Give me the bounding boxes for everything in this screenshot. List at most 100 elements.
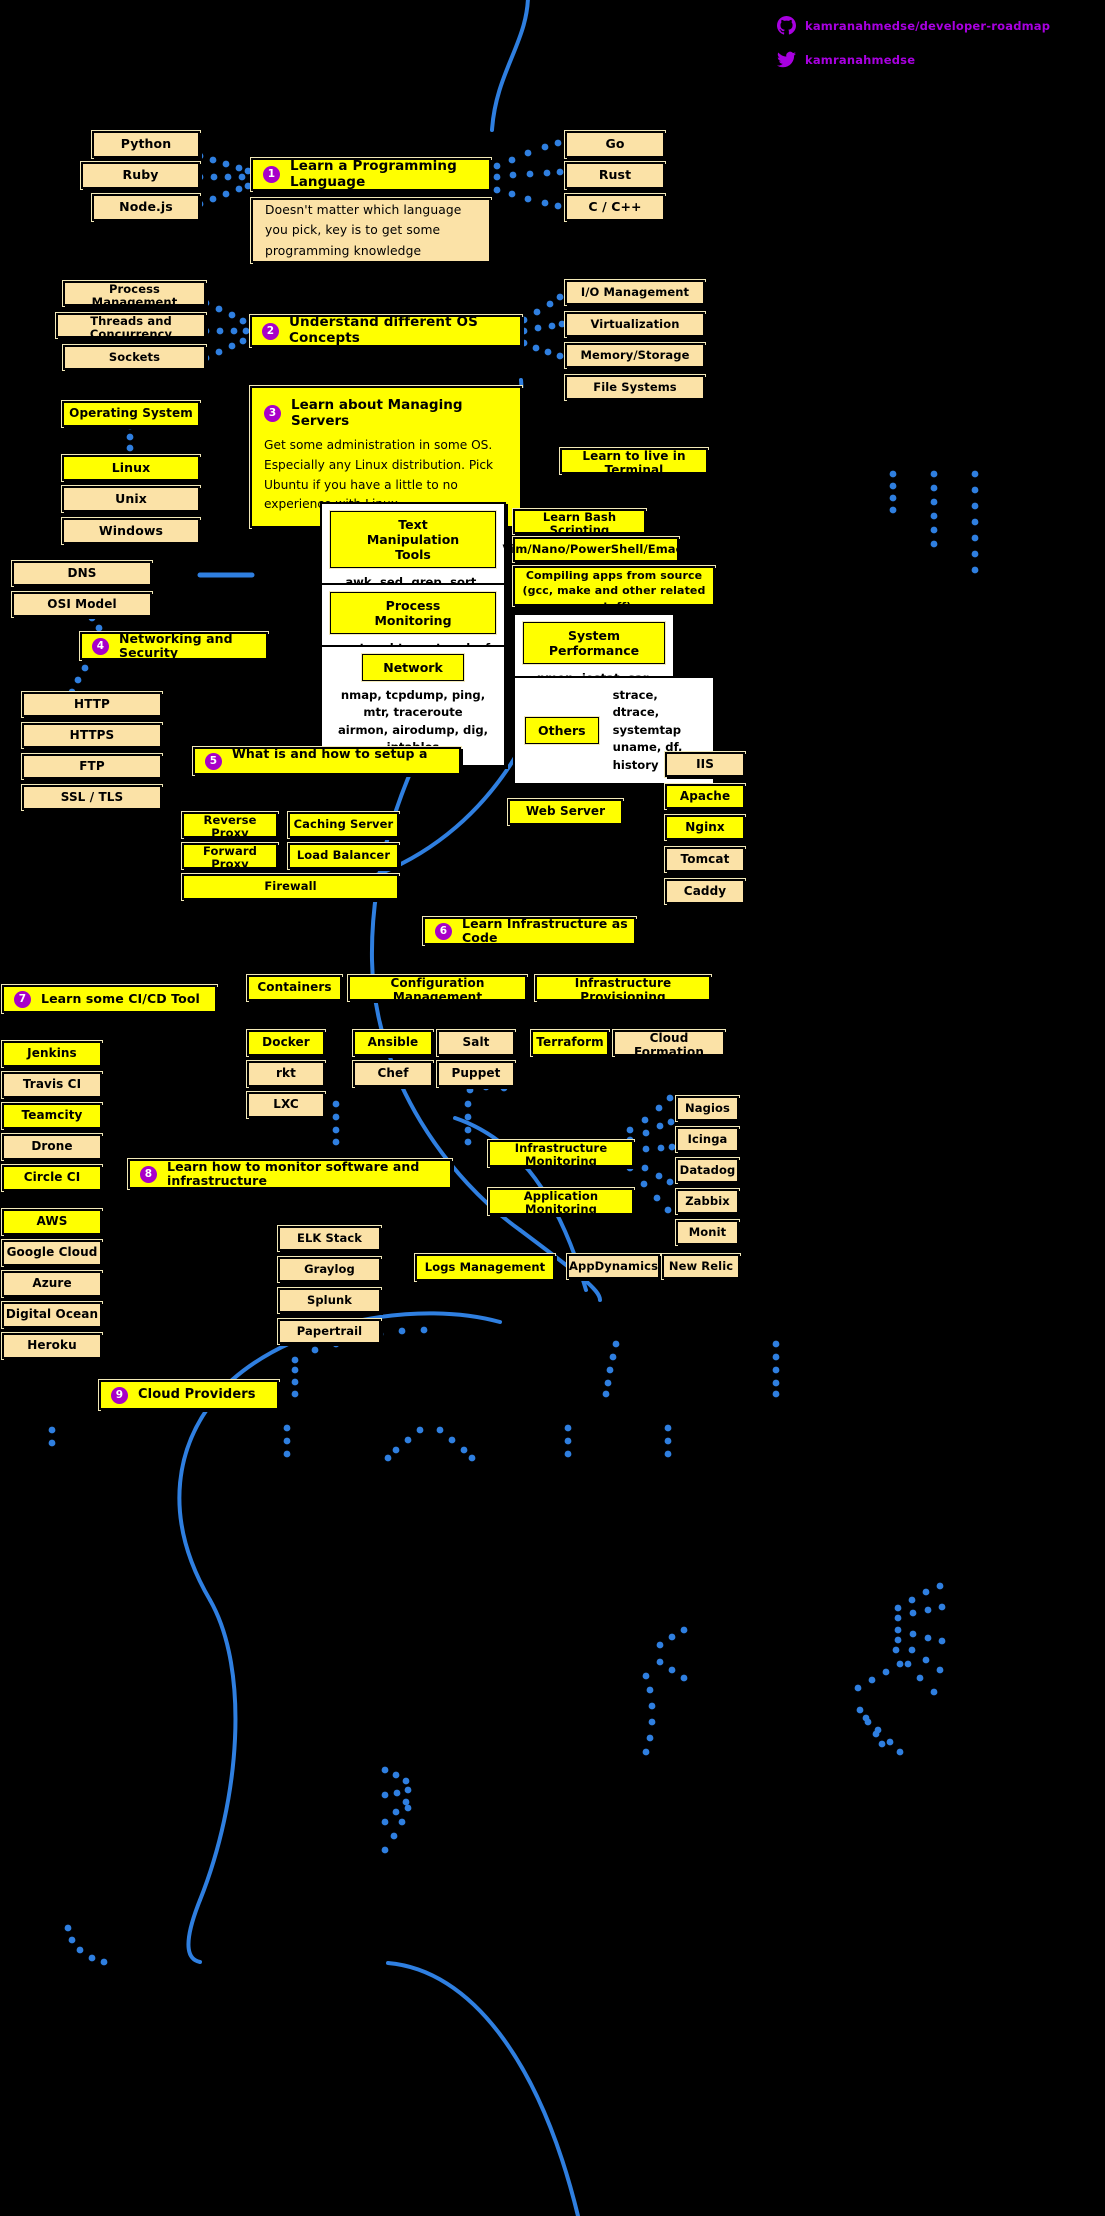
node-http[interactable]: HTTP — [22, 692, 162, 717]
node-papertrail[interactable]: Papertrail — [278, 1319, 381, 1344]
node-bash-scripting[interactable]: Learn Bash Scripting — [513, 509, 646, 537]
node-elk-stack[interactable]: ELK Stack — [278, 1226, 381, 1251]
node-forward-proxy[interactable]: Forward Proxy — [182, 843, 278, 871]
node-virtualization[interactable]: Virtualization — [565, 312, 705, 337]
node-digital-ocean[interactable]: Digital Ocean — [2, 1302, 102, 1328]
node-heroku[interactable]: Heroku — [2, 1333, 102, 1359]
node-io-management[interactable]: I/O Management — [565, 280, 705, 305]
node-ansible[interactable]: Ansible — [353, 1030, 433, 1056]
node-application-monitoring[interactable]: Application Monitoring — [488, 1188, 634, 1216]
node-logs-management[interactable]: Logs Management — [415, 1254, 555, 1281]
step-2-title[interactable]: 2 Understand different OS Concepts — [250, 315, 522, 347]
node-chef[interactable]: Chef — [353, 1061, 433, 1087]
node-osi-model[interactable]: OSI Model — [12, 592, 152, 617]
node-infrastructure-provisioning[interactable]: Infrastructure Provisioning — [535, 975, 711, 1004]
node-label: Docker — [262, 1035, 310, 1050]
node-learn-terminal[interactable]: Learn to live in Terminal — [560, 448, 708, 477]
node-azure[interactable]: Azure — [2, 1271, 102, 1297]
node-label: Datadog — [679, 1162, 736, 1177]
node-appdynamics[interactable]: AppDynamics — [567, 1254, 660, 1279]
node-label: Zabbix — [685, 1193, 730, 1208]
step-1-title[interactable]: 1 Learn a Programming Language — [251, 158, 491, 191]
node-c-cpp[interactable]: C / C++ — [565, 194, 665, 221]
node-label: Infrastructure Monitoring — [514, 1141, 608, 1169]
node-ftp[interactable]: FTP — [22, 754, 162, 779]
node-infrastructure-monitoring[interactable]: Infrastructure Monitoring — [488, 1140, 634, 1169]
node-process-management[interactable]: Process Management — [63, 281, 206, 309]
step-7-title[interactable]: 7 Learn some CI/CD Tool — [2, 985, 217, 1013]
node-travis-ci[interactable]: Travis CI — [2, 1072, 102, 1098]
node-nodejs[interactable]: Node.js — [92, 194, 200, 221]
node-drone[interactable]: Drone — [2, 1134, 102, 1160]
node-icinga[interactable]: Icinga — [676, 1127, 739, 1152]
step-5-title[interactable]: 5 What is and how to setup a ___________ — [193, 746, 461, 775]
node-rkt[interactable]: rkt — [247, 1061, 325, 1087]
node-firewall[interactable]: Firewall — [182, 874, 399, 900]
node-graylog[interactable]: Graylog — [278, 1257, 381, 1282]
node-go[interactable]: Go — [565, 131, 665, 158]
node-unix[interactable]: Unix — [62, 486, 200, 512]
node-splunk[interactable]: Splunk — [278, 1288, 381, 1313]
node-memory-storage[interactable]: Memory/Storage — [565, 343, 705, 368]
node-label: Tomcat — [680, 851, 730, 866]
node-windows[interactable]: Windows — [62, 518, 200, 544]
step-9-title[interactable]: 9 Cloud Providers — [99, 1380, 279, 1410]
node-aws[interactable]: AWS — [2, 1209, 102, 1235]
node-nagios[interactable]: Nagios — [676, 1096, 739, 1121]
node-teamcity[interactable]: Teamcity — [2, 1103, 102, 1129]
node-caching-server[interactable]: Caching Server — [288, 812, 399, 838]
node-rust[interactable]: Rust — [565, 162, 665, 189]
node-label: Configuration Management — [390, 976, 485, 1004]
node-terraform[interactable]: Terraform — [531, 1030, 609, 1056]
node-label: Rust — [598, 167, 632, 183]
node-linux[interactable]: Linux — [62, 455, 200, 481]
node-label: Sockets — [108, 349, 161, 364]
node-puppet[interactable]: Puppet — [437, 1061, 515, 1087]
node-label: Vim/Nano/PowerShell/Emacs — [502, 541, 690, 556]
node-datadog[interactable]: Datadog — [676, 1158, 739, 1183]
node-threads-concurrency[interactable]: Threads and Concurrency — [56, 313, 206, 341]
node-editors[interactable]: Vim/Nano/PowerShell/Emacs — [502, 537, 689, 562]
step-number-badge: 4 — [92, 637, 109, 655]
node-dns[interactable]: DNS — [12, 561, 152, 586]
step-8-title[interactable]: 8 Learn how to monitor software and infr… — [128, 1159, 452, 1189]
twitter-link[interactable]: kamranahmedse — [777, 50, 915, 69]
node-salt[interactable]: Salt — [437, 1030, 515, 1056]
node-load-balancer[interactable]: Load Balancer — [288, 843, 399, 869]
node-jenkins[interactable]: Jenkins — [2, 1041, 102, 1067]
node-google-cloud[interactable]: Google Cloud — [2, 1240, 102, 1266]
node-web-server[interactable]: Web Server — [508, 799, 623, 825]
node-label: Circle CI — [23, 1170, 81, 1185]
node-https[interactable]: HTTPS — [22, 723, 162, 748]
node-ssl-tls[interactable]: SSL / TLS — [22, 785, 162, 810]
node-file-systems[interactable]: File Systems — [565, 375, 705, 400]
node-apache[interactable]: Apache — [665, 784, 745, 809]
node-label: Caddy — [683, 883, 727, 898]
step-4-title[interactable]: 4 Networking and Security — [80, 631, 268, 660]
step-number-badge: 7 — [14, 990, 31, 1008]
node-caddy[interactable]: Caddy — [665, 879, 745, 904]
node-compiling-apps[interactable]: Compiling apps from source (gcc, make an… — [513, 566, 715, 613]
node-lxc[interactable]: LXC — [247, 1092, 325, 1118]
node-operating-system[interactable]: Operating System — [62, 401, 200, 427]
node-monit[interactable]: Monit — [676, 1220, 739, 1245]
step-6-title[interactable]: 6 Learn Infrastructure as Code — [423, 916, 636, 945]
node-label: Learn to live in Terminal — [582, 449, 686, 477]
node-docker[interactable]: Docker — [247, 1030, 325, 1056]
node-tomcat[interactable]: Tomcat — [665, 847, 745, 872]
node-containers[interactable]: Containers — [247, 975, 342, 1001]
node-reverse-proxy[interactable]: Reverse Proxy — [182, 812, 278, 840]
node-circle-ci[interactable]: Circle CI — [2, 1165, 102, 1191]
node-iis[interactable]: IIS — [665, 752, 745, 777]
step-number-badge: 5 — [205, 752, 222, 770]
github-link[interactable]: kamranahmedse/developer-roadmap — [777, 16, 1050, 35]
node-zabbix[interactable]: Zabbix — [676, 1189, 739, 1214]
node-configuration-management[interactable]: Configuration Management — [348, 975, 527, 1004]
node-new-relic[interactable]: New Relic — [662, 1254, 740, 1279]
node-nginx[interactable]: Nginx — [665, 815, 745, 840]
node-cloud-formation[interactable]: Cloud Formation — [613, 1030, 725, 1059]
step-number-badge: 3 — [264, 404, 281, 422]
node-sockets[interactable]: Sockets — [63, 345, 206, 370]
node-ruby[interactable]: Ruby — [81, 162, 200, 189]
node-python[interactable]: Python — [92, 131, 200, 158]
